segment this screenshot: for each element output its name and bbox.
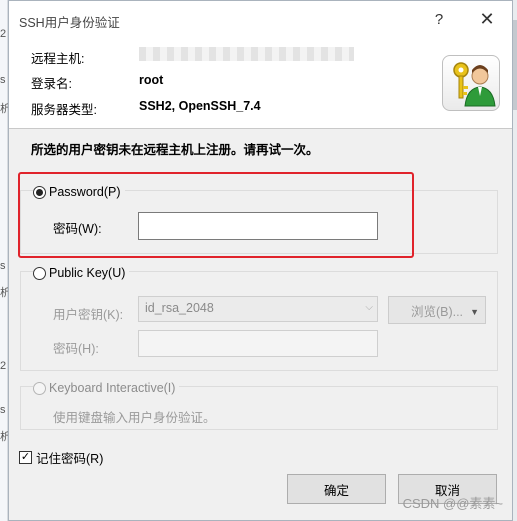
scrollbar-thumb[interactable] bbox=[513, 20, 517, 110]
login-name-value: root bbox=[139, 73, 164, 87]
password-input[interactable] bbox=[138, 212, 378, 240]
checkmark-icon: ✓ bbox=[19, 451, 32, 464]
window-title: SSH用户身份验证 bbox=[19, 16, 120, 30]
user-key-label: 用户密钥(K): bbox=[53, 308, 124, 322]
auth-failure-message: 所选的用户密钥未在远程主机上注册。请再试一次。 bbox=[31, 143, 319, 157]
password-radio-label: Password(P) bbox=[49, 185, 121, 199]
csdn-watermark: CSDN @@素素~ bbox=[402, 496, 503, 511]
dropdown-arrow-icon: ▼ bbox=[470, 307, 479, 317]
public-key-radio[interactable]: Public Key(U) bbox=[33, 266, 130, 280]
passphrase-input[interactable] bbox=[138, 330, 378, 357]
user-key-selected-value: id_rsa_2048 bbox=[145, 301, 214, 315]
password-radio[interactable]: Password(P) bbox=[33, 185, 125, 199]
help-button[interactable]: ? bbox=[422, 5, 456, 33]
server-type-value: SSH2, OpenSSH_7.4 bbox=[139, 99, 261, 113]
passphrase-label: 密码(H): bbox=[53, 342, 99, 356]
keyboard-interactive-radio-label: Keyboard Interactive(I) bbox=[49, 381, 176, 395]
keyboard-interactive-radio[interactable]: Keyboard Interactive(I) bbox=[33, 381, 180, 395]
radio-checked-icon bbox=[33, 185, 46, 199]
browse-button-label: 浏览(B)... bbox=[410, 304, 464, 319]
radio-unchecked-icon bbox=[33, 266, 46, 280]
radio-unchecked-icon bbox=[33, 381, 46, 395]
connection-info-header: 远程主机: 登录名: root 服务器类型: SSH2, OpenSSH_7.4 bbox=[9, 37, 512, 129]
title-bar: SSH用户身份验证 ? ✕ bbox=[9, 1, 512, 37]
background-scrollbar[interactable] bbox=[513, 0, 517, 521]
close-button[interactable]: ✕ bbox=[470, 5, 504, 33]
ssh-auth-dialog: SSH用户身份验证 ? ✕ 远程主机: 登录名: root 服务器类型: SSH… bbox=[8, 0, 513, 521]
chevron-down-icon: ⌵ bbox=[365, 302, 373, 313]
login-name-label: 登录名: bbox=[31, 77, 72, 91]
user-key-icon bbox=[442, 55, 500, 111]
remote-host-value-redacted bbox=[139, 47, 354, 61]
browse-button[interactable]: 浏览(B)... ▼ bbox=[388, 296, 486, 324]
keyboard-interactive-description: 使用键盘输入用户身份验证。 bbox=[53, 411, 216, 425]
remote-host-label: 远程主机: bbox=[31, 52, 85, 66]
password-field-label: 密码(W): bbox=[53, 222, 102, 236]
background-window-strip: 2s析 s析2 s析 bbox=[0, 0, 11, 521]
server-type-label: 服务器类型: bbox=[31, 103, 97, 117]
user-key-select[interactable]: id_rsa_2048 ⌵ bbox=[138, 296, 378, 322]
remember-password-checkbox[interactable]: ✓ 记住密码(R) bbox=[19, 448, 103, 467]
ok-button[interactable]: 确定 bbox=[287, 474, 386, 504]
public-key-radio-label: Public Key(U) bbox=[49, 266, 126, 280]
remember-password-label: 记住密码(R) bbox=[36, 452, 104, 466]
